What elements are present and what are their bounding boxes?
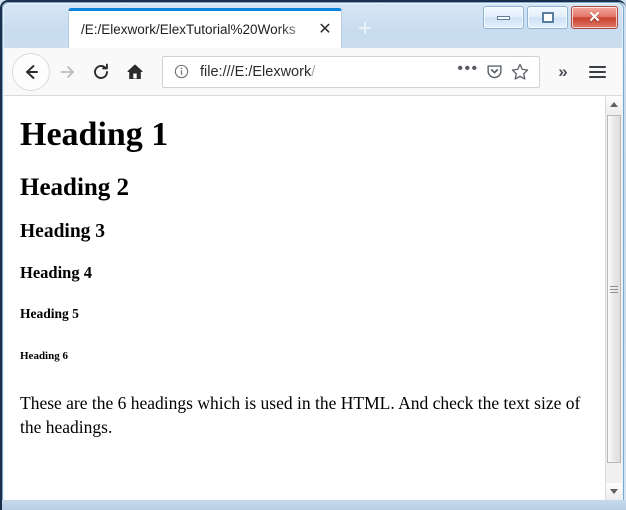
browser-window: /E:/Elexwork/ElexTutorial%20Works ✕ + ✕ bbox=[0, 0, 626, 510]
chevron-double-right-icon: » bbox=[558, 62, 568, 81]
home-icon bbox=[127, 64, 143, 79]
new-tab-button[interactable]: + bbox=[350, 14, 380, 44]
address-bar-text: file:///E:/Elexwork/ bbox=[191, 64, 455, 80]
forward-button bbox=[50, 55, 84, 89]
navigation-toolbar: file:///E:/Elexwork/ ••• » bbox=[4, 48, 622, 96]
heading-4: Heading 4 bbox=[20, 263, 92, 282]
window-controls: ✕ bbox=[483, 6, 618, 29]
back-arrow-icon bbox=[26, 64, 38, 79]
heading-1: Heading 1 bbox=[20, 116, 169, 153]
scroll-down-button[interactable] bbox=[606, 483, 622, 500]
address-bar[interactable]: file:///E:/Elexwork/ ••• bbox=[162, 55, 540, 88]
home-button[interactable] bbox=[118, 55, 152, 89]
info-circle-icon bbox=[174, 64, 188, 79]
bookmark-button[interactable] bbox=[507, 59, 533, 85]
tab-close-icon[interactable]: ✕ bbox=[315, 20, 335, 40]
web-page-body: Heading 1 Heading 2 Heading 3 Heading 4 … bbox=[4, 96, 605, 500]
pocket-button[interactable] bbox=[481, 59, 507, 85]
address-bar-value: file:///E:/Elexwork bbox=[200, 63, 312, 80]
browser-tab[interactable]: /E:/Elexwork/ElexTutorial%20Works ✕ bbox=[68, 8, 342, 48]
close-window-button[interactable]: ✕ bbox=[571, 6, 618, 29]
heading-3: Heading 3 bbox=[20, 221, 106, 242]
heading-5: Heading 5 bbox=[20, 306, 79, 321]
content-area: Heading 1 Heading 2 Heading 3 Heading 4 … bbox=[4, 96, 622, 500]
maximize-icon bbox=[541, 12, 554, 23]
heading-6: Heading 6 bbox=[20, 350, 68, 362]
scroll-up-button[interactable] bbox=[606, 96, 622, 113]
back-button[interactable] bbox=[12, 52, 50, 91]
page-info-icon[interactable] bbox=[171, 62, 191, 82]
address-bar-trailing-slash: / bbox=[311, 63, 316, 80]
reload-icon bbox=[94, 63, 108, 79]
app-menu-button[interactable] bbox=[580, 55, 614, 89]
triangle-down-icon bbox=[610, 489, 618, 494]
close-icon: ✕ bbox=[588, 9, 601, 26]
ellipsis-icon: ••• bbox=[457, 60, 479, 77]
window-bottom-edge bbox=[0, 500, 626, 510]
minimize-button[interactable] bbox=[483, 6, 524, 29]
page-actions-button[interactable]: ••• bbox=[455, 59, 481, 85]
pocket-shield-icon bbox=[486, 65, 502, 79]
triangle-up-icon bbox=[610, 102, 618, 107]
tab-title: /E:/Elexwork/ElexTutorial%20Works bbox=[81, 22, 296, 37]
maximize-button[interactable] bbox=[527, 6, 568, 29]
description-paragraph: These are the 6 headings which is used i… bbox=[20, 393, 581, 437]
reload-button[interactable] bbox=[84, 55, 118, 89]
grip-lines-icon bbox=[610, 285, 618, 293]
forward-arrow-icon bbox=[60, 65, 74, 78]
overflow-menu-button[interactable]: » bbox=[546, 55, 580, 89]
minimize-icon bbox=[497, 15, 510, 20]
star-icon bbox=[511, 63, 529, 80]
hamburger-menu-icon bbox=[588, 65, 606, 78]
heading-2: Heading 2 bbox=[20, 174, 130, 201]
vertical-scrollbar[interactable] bbox=[605, 96, 622, 500]
scrollbar-thumb[interactable] bbox=[607, 115, 621, 463]
